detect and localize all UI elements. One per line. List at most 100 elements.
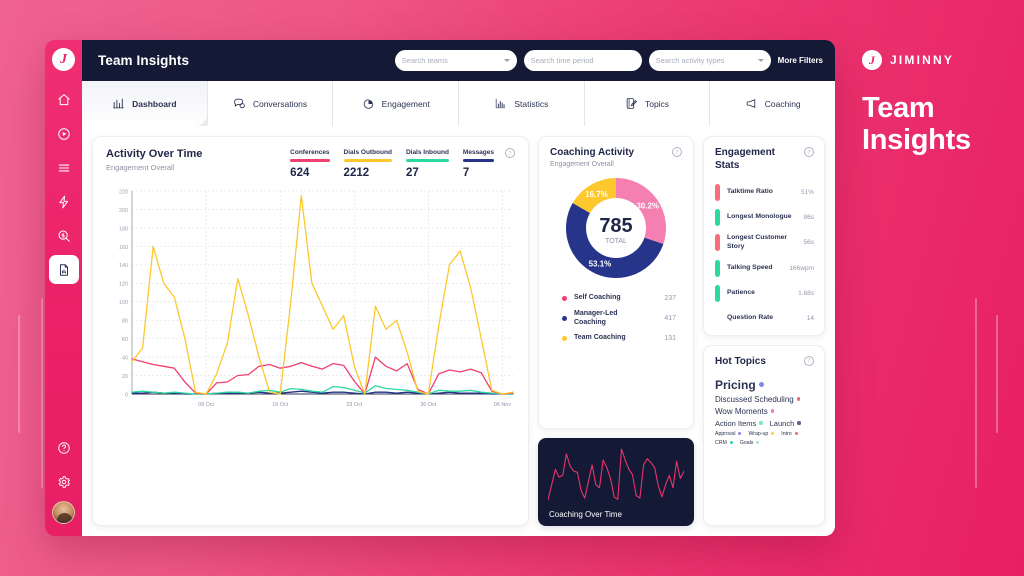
sidebar-item-recordings[interactable] (49, 119, 79, 149)
engagement-help-icon[interactable]: ? (804, 147, 814, 157)
tab-coaching[interactable]: Coaching (710, 81, 835, 126)
topic-wow-moments[interactable]: Wow Moments (715, 407, 775, 416)
topic-discussed-scheduling[interactable]: Discussed Scheduling (715, 394, 801, 404)
engagement-bar-longest-monologue (715, 209, 720, 226)
svg-text:80: 80 (122, 318, 128, 324)
search-time-placeholder: Search time period (530, 56, 594, 65)
brand-headline-1: Team (862, 92, 935, 124)
tabbar: Dashboard Conversations Engagement Stati… (82, 81, 835, 126)
topic-dot-icon (770, 409, 775, 413)
svg-text:40: 40 (122, 355, 128, 361)
sidebar-item-home[interactable] (49, 85, 79, 115)
tab-conversations[interactable]: Conversations (207, 81, 334, 126)
tab-dashboard-label: Dashboard (132, 98, 177, 109)
topic-label: Approval (715, 430, 736, 437)
svg-text:785: 785 (599, 215, 632, 237)
brand-logo-glyph: J (869, 53, 875, 67)
svg-text:20: 20 (122, 373, 128, 379)
topic-wrap-up[interactable]: Wrap-up (748, 431, 775, 437)
engagement-label-longest-monologue: Longest Monologue (727, 213, 792, 221)
stat-dials-outbound-rule (343, 159, 392, 162)
activity-card-subtitle: Engagement Overall (106, 163, 175, 172)
topic-label: CRM (715, 439, 727, 446)
topic-dot-icon (756, 441, 760, 445)
engagement-stats-list: Talktime Ratio 51% Longest Monologue 86s… (715, 184, 814, 327)
legend-label-self-coaching: Self Coaching (574, 294, 621, 301)
sidebar-item-insights[interactable] (48, 255, 79, 284)
sidebar-item-help[interactable] (49, 433, 79, 463)
search-teams-input[interactable]: Search teams (394, 50, 517, 71)
tab-conversations-label: Conversations (252, 98, 308, 109)
legend-dot-manager-led-coaching (562, 316, 567, 321)
topic-dot-icon (796, 397, 801, 401)
chat-bubbles-icon (233, 97, 246, 110)
activity-card-title: Activity Over Time (106, 148, 203, 160)
decor-line-left-1 (18, 315, 20, 433)
tab-statistics[interactable]: Statistics (459, 81, 585, 126)
coaching-help-icon[interactable]: ? (672, 147, 682, 157)
topic-launch[interactable]: Launch (770, 419, 801, 428)
stat-messages: Messages 7 (462, 149, 494, 179)
svg-text:23 Oct: 23 Oct (346, 402, 362, 408)
tab-engagement[interactable]: Engagement (333, 81, 460, 126)
legend-value-team-coaching: 131 (664, 335, 676, 343)
legend-item-team-coaching: Team Coaching 131 (562, 334, 676, 343)
stat-messages-rule (462, 159, 494, 162)
activity-card-titles: Activity Over Time Engagement Overall (106, 148, 202, 172)
tab-dashboard[interactable]: Dashboard (82, 81, 208, 126)
main-column: Team Insights Search teams Search time p… (82, 40, 835, 536)
bar-chart-icon (112, 97, 125, 110)
search-activity-types-input[interactable]: Search activity types (648, 50, 771, 71)
avatar[interactable] (52, 501, 75, 524)
coaching-card-subtitle: Engagement Overall (550, 161, 614, 168)
hot-topics-help-icon[interactable]: ? (804, 355, 814, 366)
chevron-down-icon[interactable] (757, 59, 764, 62)
topic-label: Action Items (715, 418, 757, 428)
engagement-row-longest-customer-story: Longest Customer Story 56s (715, 234, 814, 252)
topic-dot-icon (759, 421, 763, 425)
menu-icon (57, 161, 71, 175)
topic-intro[interactable]: Intro (781, 431, 798, 437)
sidebar-item-settings[interactable] (49, 467, 79, 497)
coaching-card-header: Coaching Activity Engagement Overall ? (550, 147, 682, 168)
topic-dot-icon (797, 421, 801, 425)
tab-topics[interactable]: Topics (584, 81, 711, 126)
search-teams-placeholder: Search teams (401, 56, 448, 65)
sidebar-item-activity[interactable] (49, 187, 79, 217)
topic-goals[interactable]: Goals (740, 440, 760, 446)
engagement-bar-longest-customer-story (715, 234, 720, 252)
topic-label: Discussed Scheduling (715, 394, 794, 404)
help-icon (57, 441, 71, 455)
sidebar-item-deals[interactable] (49, 221, 79, 251)
activity-chart: 0 20 40 60 80 100 120 140 160 180 200 220 09 Oct 16 O… (106, 187, 515, 520)
topic-approval[interactable]: Approval (715, 430, 742, 437)
stat-conferences-value: 624 (290, 166, 310, 179)
legend-dot-self-coaching (562, 295, 567, 301)
left-sidebar: J (45, 40, 82, 536)
sidebar-item-menu[interactable] (49, 153, 79, 183)
coaching-over-time-card[interactable]: Coaching Over Time (538, 438, 694, 526)
sidebar-logo[interactable]: J (52, 48, 75, 71)
engagement-row-question-rate: Question Rate 14 (715, 310, 814, 327)
topic-label: Pricing (715, 377, 756, 392)
stat-dials-inbound-label: Dials Inbound (405, 149, 449, 156)
play-circle-icon (57, 127, 71, 141)
coaching-card-title: Coaching Activity (550, 147, 635, 158)
engagement-label-longest-customer-story: Longest Customer Story (727, 234, 788, 250)
svg-text:0: 0 (125, 392, 128, 398)
topic-pricing[interactable]: Pricing (715, 377, 765, 392)
topic-crm[interactable]: CRM (715, 440, 733, 446)
topic-action-items[interactable]: Action Items (715, 419, 763, 428)
coaching-card-titles: Coaching Activity Engagement Overall (550, 147, 634, 168)
search-time-period-input[interactable]: Search time period (523, 50, 642, 71)
chevron-down-icon[interactable] (503, 59, 510, 62)
sidebar-logo-glyph: J (60, 51, 67, 67)
topbar: Team Insights Search teams Search time p… (82, 40, 835, 81)
activity-help-icon[interactable]: ? (505, 148, 515, 158)
engagement-value-talking-speed: 166wpm (789, 264, 814, 272)
activity-card-header: Activity Over Time Engagement Overall Co… (106, 148, 515, 179)
stat-conferences-rule (290, 159, 330, 162)
more-filters-button[interactable]: More Filters (778, 56, 823, 65)
svg-text:53.1%: 53.1% (589, 260, 612, 269)
svg-text:60: 60 (122, 337, 128, 343)
